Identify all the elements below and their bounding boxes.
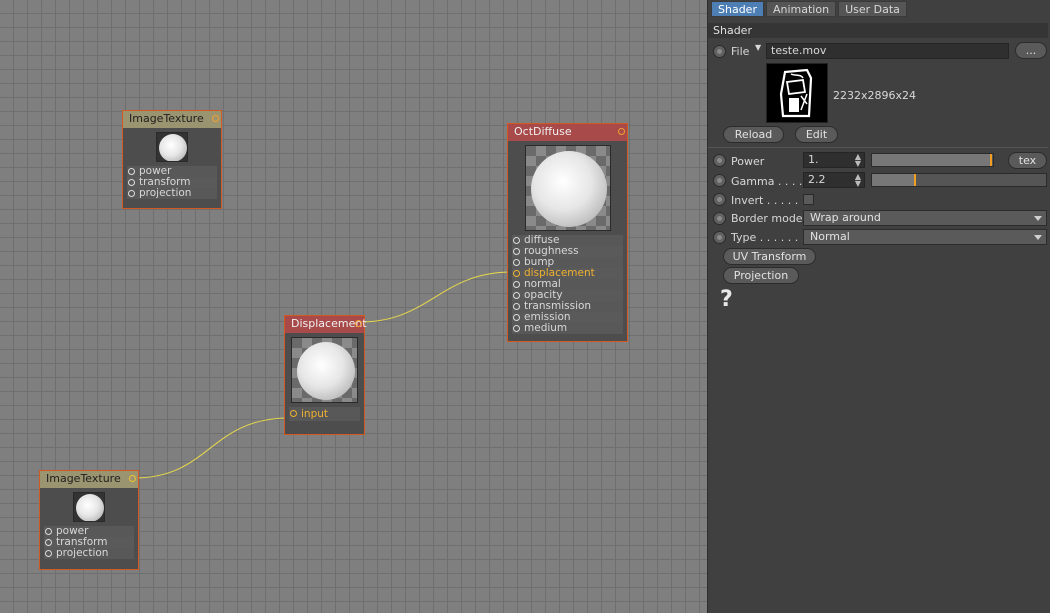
power-slider-fill [872, 154, 992, 166]
preview-drawing-icon [767, 64, 827, 122]
border-mode-animate-radio[interactable] [713, 212, 726, 225]
tab-animation[interactable]: Animation [765, 1, 837, 17]
chevron-down-icon [1034, 216, 1042, 221]
node-port-list: power transform projection [40, 526, 138, 559]
file-path-field[interactable]: teste.mov [766, 43, 1009, 59]
help-icon[interactable]: ? [720, 287, 733, 312]
border-mode-label: Border mode [731, 212, 803, 225]
power-label: Power [731, 155, 765, 168]
wire-imagetexture-to-displacement [133, 417, 290, 479]
input-port-projection[interactable]: projection [44, 548, 134, 559]
invert-label: Invert . . . . . . [731, 194, 806, 207]
gamma-animate-radio[interactable] [713, 174, 726, 187]
node-title: ImageTexture [40, 471, 138, 488]
attribute-panel: Shader Animation User Data Shader File ▼… [707, 0, 1050, 613]
node-image-texture-top[interactable]: ImageTexture power transform projection [122, 110, 222, 209]
gamma-slider-knob[interactable] [913, 174, 916, 186]
input-port-projection[interactable]: projection [127, 188, 217, 199]
power-tex-button[interactable]: tex [1008, 152, 1047, 169]
node-image-texture-bottom[interactable]: ImageTexture power transform projection [39, 470, 139, 570]
type-dropdown[interactable]: Normal [803, 229, 1047, 245]
invert-checkbox[interactable] [803, 194, 814, 205]
power-slider-knob[interactable] [989, 154, 992, 166]
invert-animate-radio[interactable] [713, 193, 726, 206]
file-browse-button[interactable]: ... [1015, 42, 1047, 59]
tab-user-data[interactable]: User Data [838, 1, 907, 17]
type-animate-radio[interactable] [713, 231, 726, 244]
input-port-medium[interactable]: medium [512, 323, 623, 334]
node-title: Displacement [285, 316, 367, 333]
section-title: Shader [708, 23, 1048, 38]
reload-button[interactable]: Reload [723, 126, 784, 143]
node-preview-thumbnail [156, 132, 188, 162]
texture-preview-image [766, 63, 828, 123]
power-animate-radio[interactable] [713, 154, 726, 167]
gamma-slider[interactable] [871, 173, 1047, 187]
node-preview-thumbnail [524, 145, 611, 231]
node-graph-canvas[interactable]: ImageTexture power transform projection … [0, 0, 707, 613]
output-port[interactable] [355, 320, 362, 327]
output-port[interactable] [212, 115, 219, 122]
gamma-spinner-icon[interactable]: ▲ ▼ [855, 173, 861, 188]
gamma-slider-fill [872, 174, 916, 186]
gamma-label: Gamma . . . . . [731, 175, 810, 188]
input-port-input[interactable]: input [289, 407, 360, 421]
file-options-arrow-icon[interactable]: ▼ [755, 43, 761, 52]
node-preview-thumbnail [73, 492, 105, 522]
wire-displacement-to-octdiffuse [359, 271, 513, 323]
gamma-value-field[interactable]: 2.2 ▲ ▼ [803, 172, 865, 188]
type-label: Type . . . . . . . [731, 231, 806, 244]
chevron-down-icon [1034, 235, 1042, 240]
output-port[interactable] [618, 128, 625, 135]
node-preview-thumbnail [291, 337, 358, 403]
node-octdiffuse[interactable]: OctDiffuse diffuse roughness bump displa… [507, 123, 628, 342]
node-port-list: input [285, 407, 364, 421]
node-displacement[interactable]: Displacement input [284, 315, 367, 435]
uv-transform-button[interactable]: UV Transform [723, 248, 816, 265]
projection-button[interactable]: Projection [723, 267, 799, 284]
edit-button[interactable]: Edit [795, 126, 838, 143]
power-value-field[interactable]: 1. ▲ ▼ [803, 152, 865, 168]
node-title: OctDiffuse [508, 124, 627, 141]
node-port-list: diffuse roughness bump displacement norm… [508, 235, 627, 334]
tab-shader[interactable]: Shader [711, 1, 764, 17]
output-port[interactable] [129, 475, 136, 482]
attribute-tabs: Shader Animation User Data [711, 1, 907, 17]
texture-info: 2232x2896x24 [833, 89, 917, 102]
file-label: File [731, 45, 750, 58]
node-title: ImageTexture [123, 111, 221, 128]
file-animate-radio[interactable] [713, 45, 726, 58]
power-spinner-icon[interactable]: ▲ ▼ [855, 153, 861, 168]
border-mode-dropdown[interactable]: Wrap around [803, 210, 1047, 226]
node-port-list: power transform projection [123, 166, 221, 199]
panel-divider [708, 147, 1048, 148]
power-slider[interactable] [871, 153, 994, 167]
